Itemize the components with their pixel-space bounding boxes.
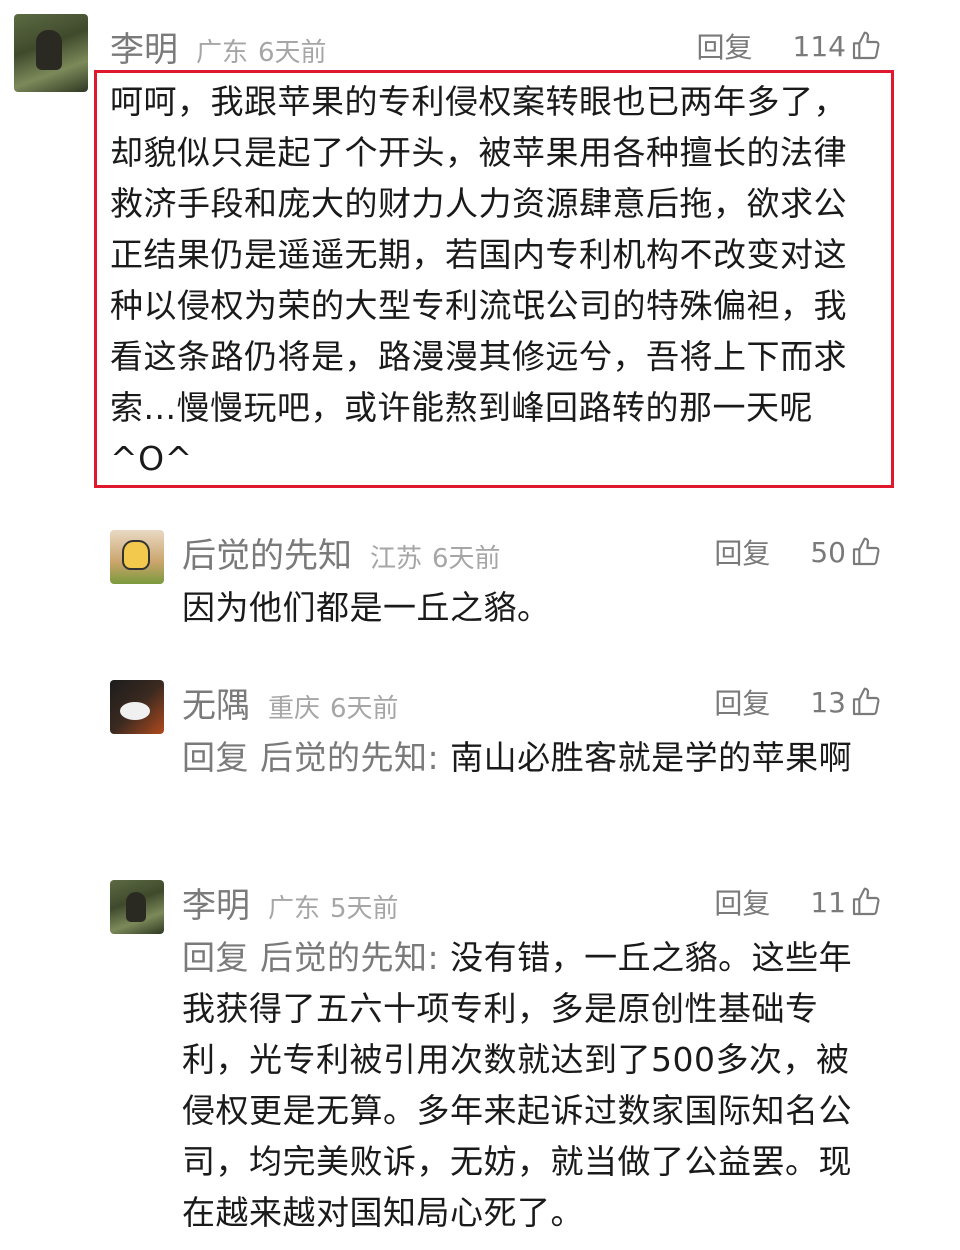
location: 广东 bbox=[196, 38, 249, 68]
username[interactable]: 李明 bbox=[110, 22, 178, 71]
like-count: 114 bbox=[792, 29, 846, 63]
avatar[interactable] bbox=[110, 880, 164, 934]
comment-body: 南山必胜客就是学的苹果啊 bbox=[450, 738, 853, 777]
reply-prefix: 回复 bbox=[182, 738, 249, 777]
thumbs-up-icon[interactable] bbox=[850, 30, 882, 62]
comment-actions: 回复 13 bbox=[714, 682, 882, 722]
comment-meta: 李明 广东 6天前 bbox=[110, 22, 327, 71]
reply-button[interactable]: 回复 bbox=[714, 682, 770, 722]
thumbs-up-icon[interactable] bbox=[850, 536, 882, 568]
like-count: 13 bbox=[810, 685, 846, 719]
comment-actions: 回复 11 bbox=[714, 882, 882, 922]
username[interactable]: 后觉的先知 bbox=[182, 528, 352, 577]
comment-actions: 回复 50 bbox=[714, 532, 882, 572]
thumbs-up-icon[interactable] bbox=[850, 686, 882, 718]
username[interactable]: 无隅 bbox=[182, 678, 250, 727]
username[interactable]: 李明 bbox=[182, 878, 250, 927]
comment-actions: 回复 114 bbox=[697, 26, 882, 66]
avatar[interactable] bbox=[14, 14, 88, 92]
comment-body: 没有错，一丘之貉。这些年我获得了五六十项专利，多是原创性基础专利，光专利被引用次… bbox=[182, 938, 853, 1232]
reply-button[interactable]: 回复 bbox=[714, 532, 770, 572]
comment-text: 因为他们都是一丘之貉。 bbox=[182, 588, 551, 627]
location: 广东 bbox=[268, 894, 321, 924]
timestamp: 6天前 bbox=[258, 38, 327, 68]
comment-text: 回复 后觉的先知: 没有错，一丘之貉。这些年我获得了五六十项专利，多是原创性基础… bbox=[182, 932, 882, 1238]
reply-prefix: 回复 bbox=[182, 938, 249, 977]
comment-meta: 后觉的先知 江苏 6天前 bbox=[182, 528, 501, 577]
reply-target-user[interactable]: 后觉的先知: bbox=[260, 738, 439, 777]
comment-text: 回复 后觉的先知: 南山必胜客就是学的苹果啊 bbox=[182, 732, 882, 783]
reply-target-user[interactable]: 后觉的先知: bbox=[260, 938, 439, 977]
location: 江苏 bbox=[370, 544, 423, 574]
like-count: 50 bbox=[810, 535, 846, 569]
timestamp: 6天前 bbox=[330, 694, 399, 724]
comment-meta: 无隅 重庆 6天前 bbox=[182, 678, 399, 727]
thumbs-up-icon[interactable] bbox=[850, 886, 882, 918]
avatar[interactable] bbox=[110, 680, 164, 734]
reply-button[interactable]: 回复 bbox=[714, 882, 770, 922]
timestamp: 5天前 bbox=[330, 894, 399, 924]
reply-button[interactable]: 回复 bbox=[697, 26, 753, 66]
avatar[interactable] bbox=[110, 530, 164, 584]
like-count: 11 bbox=[810, 885, 846, 919]
comment-text: 呵呵，我跟苹果的专利侵权案转眼也已两年多了，却貌似只是起了个开头，被苹果用各种擅… bbox=[110, 82, 847, 478]
location: 重庆 bbox=[268, 694, 321, 724]
timestamp: 6天前 bbox=[432, 544, 501, 574]
comment-meta: 李明 广东 5天前 bbox=[182, 878, 399, 927]
